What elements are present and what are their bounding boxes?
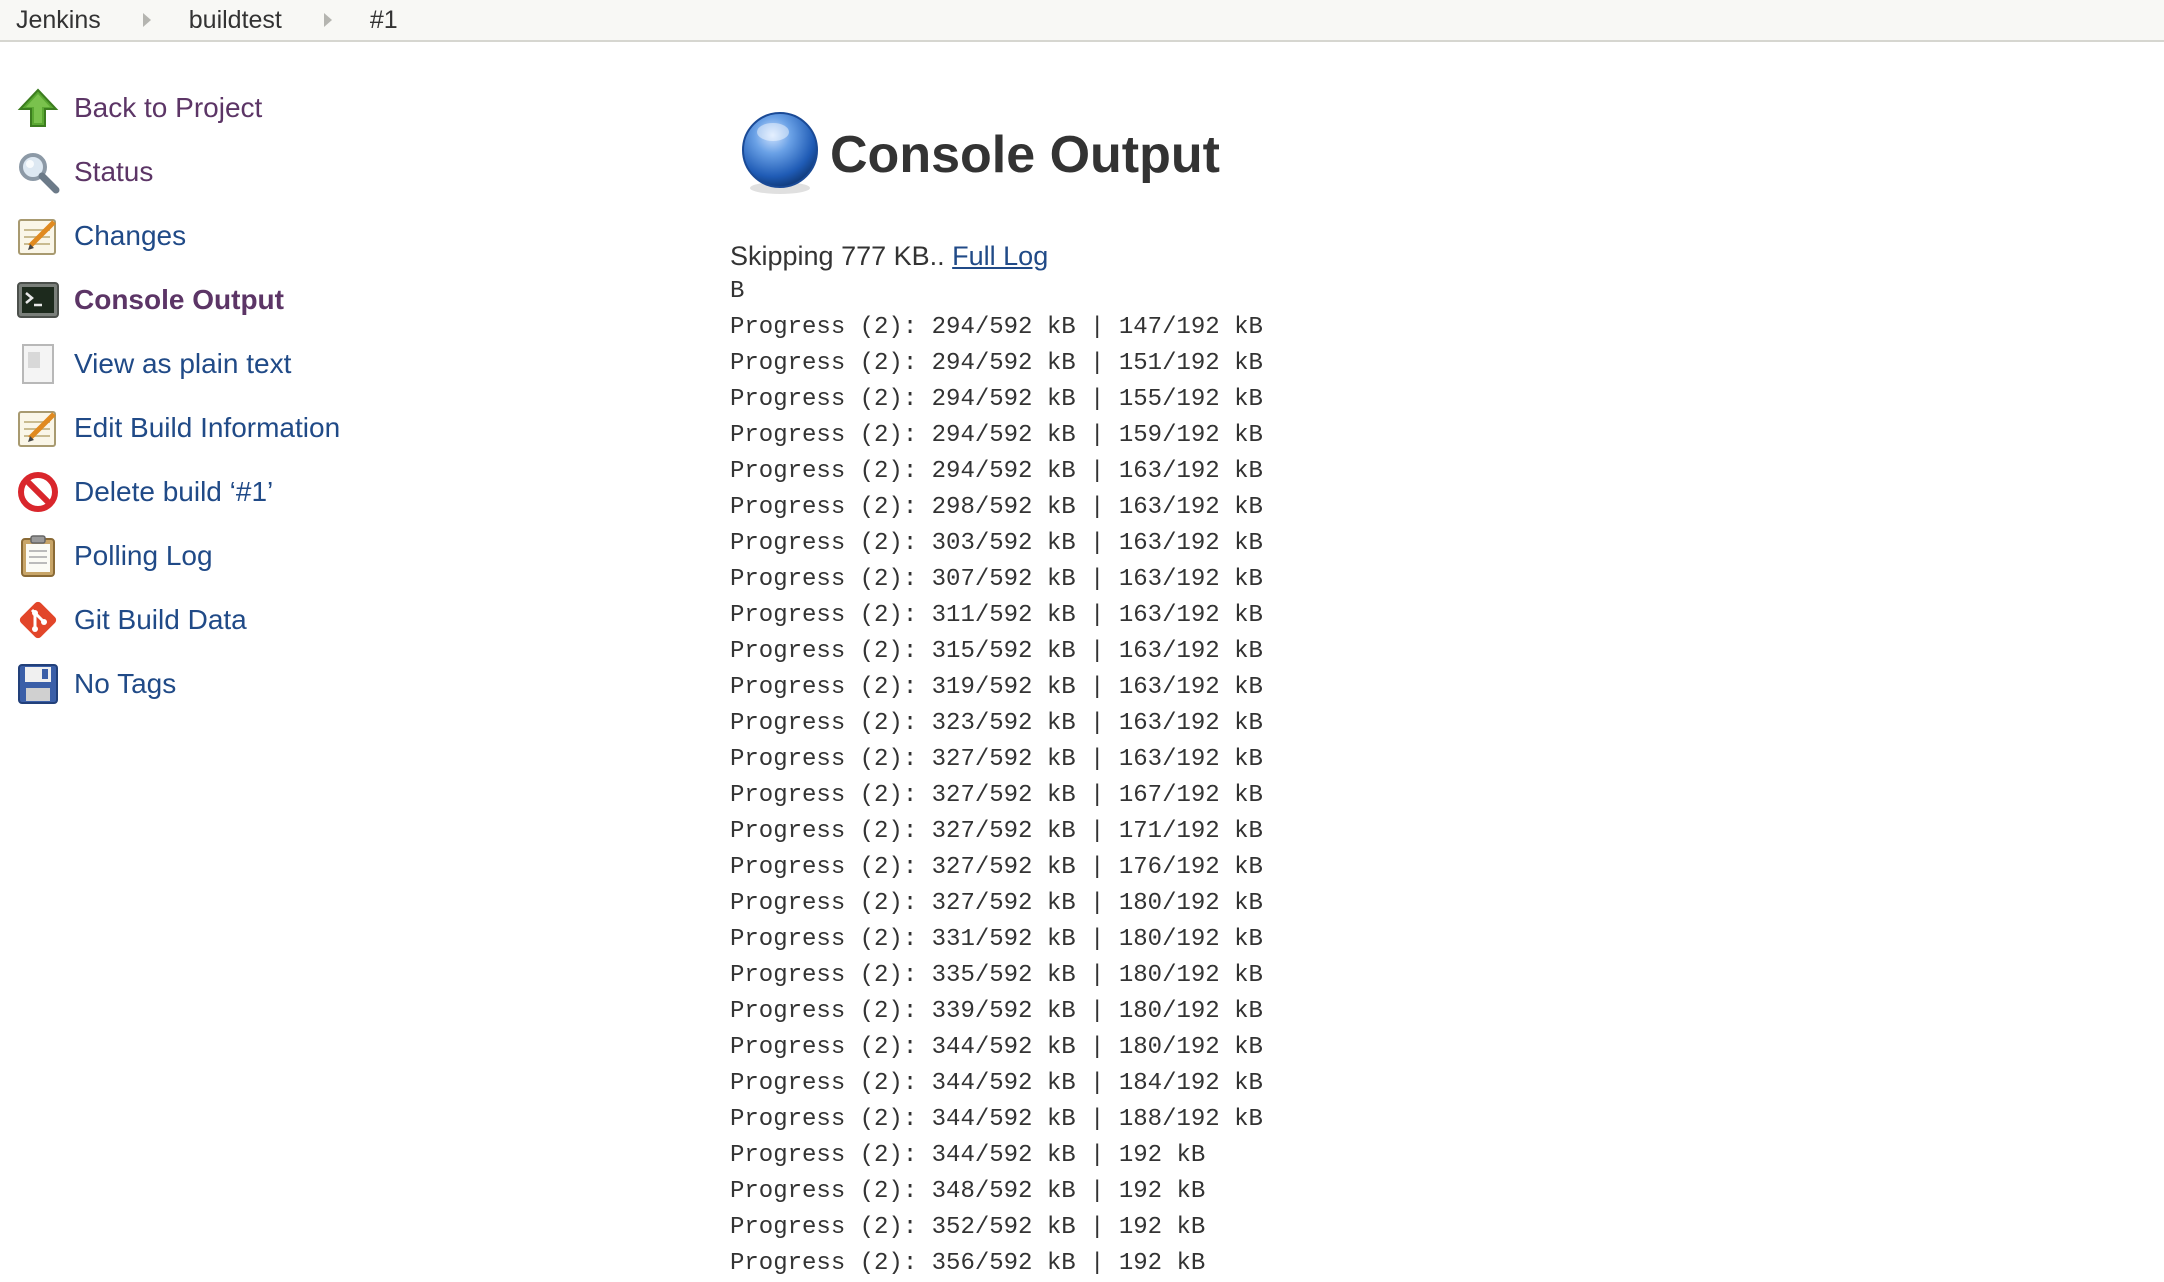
page-title: Console Output (830, 126, 1220, 184)
sidebar-item-changes[interactable]: Changes (14, 204, 634, 268)
console-line: Progress (2): 323/592 kB | 163/192 kB (730, 710, 1263, 737)
console-line: Progress (2): 294/592 kB | 155/192 kB (730, 386, 1263, 413)
sidebar-item-polling-log[interactable]: Polling Log (14, 524, 634, 588)
console-line: Progress (2): 298/592 kB | 163/192 kB (730, 494, 1263, 521)
sidebar: Back to Project Status Changes Console O… (14, 76, 634, 716)
sidebar-item-console-output[interactable]: Console Output (14, 268, 634, 332)
sidebar-item-status[interactable]: Status (14, 140, 634, 204)
no-entry-icon (14, 468, 62, 516)
notepad-icon (14, 404, 62, 452)
terminal-icon (14, 276, 62, 324)
console-line: Progress (2): 352/592 kB | 192 kB (730, 1214, 1206, 1241)
console-line: Progress (2): 344/592 kB | 188/192 kB (730, 1106, 1263, 1133)
sidebar-item-label: Edit Build Information (74, 412, 341, 443)
console-line: Progress (2): 327/592 kB | 180/192 kB (730, 890, 1263, 917)
full-log-link[interactable]: Full Log (952, 241, 1048, 271)
console-line: Progress (2): 344/592 kB | 192 kB (730, 1142, 1206, 1169)
breadcrumb-build-1[interactable]: #1 (370, 6, 398, 35)
floppy-disk-icon (14, 660, 62, 708)
console-line: Progress (2): 335/592 kB | 180/192 kB (730, 962, 1263, 989)
console-line: Progress (2): 303/592 kB | 163/192 kB (730, 530, 1263, 557)
up-arrow-icon (14, 84, 62, 132)
document-icon (14, 340, 62, 388)
console-line: Progress (2): 327/592 kB | 176/192 kB (730, 854, 1263, 881)
console-line: Progress (2): 319/592 kB | 163/192 kB (730, 674, 1263, 701)
breadcrumb-buildtest[interactable]: buildtest (189, 6, 282, 35)
notepad-icon (14, 212, 62, 260)
console-output: B Progress (2): 294/592 kB | 147/192 kB Pr… (730, 274, 2130, 1282)
console-line: Progress (2): 294/592 kB | 159/192 kB (730, 422, 1263, 449)
sidebar-item-back-to-project[interactable]: Back to Project (14, 76, 634, 140)
main-panel: Console Output Skipping 777 KB.. Full Lo… (730, 110, 2130, 1282)
breadcrumb-jenkins[interactable]: Jenkins (16, 6, 101, 35)
console-line: Progress (2): 307/592 kB | 163/192 kB (730, 566, 1263, 593)
sidebar-item-label: Changes (74, 220, 187, 251)
breadcrumb: Jenkins buildtest #1 (0, 0, 2164, 42)
sidebar-item-edit-build-information[interactable]: Edit Build Information (14, 396, 634, 460)
breadcrumb-separator-icon[interactable] (323, 13, 332, 27)
page-header: Console Output (740, 110, 2130, 200)
magnifier-icon (14, 148, 62, 196)
skip-text: Skipping 777 KB.. (730, 241, 953, 271)
sidebar-item-label: Back to Project (74, 92, 263, 123)
breadcrumb-separator-icon[interactable] (142, 13, 151, 27)
blue-ball-icon (740, 110, 820, 201)
console-line: Progress (2): 339/592 kB | 180/192 kB (730, 998, 1263, 1025)
console-line: Progress (2): 311/592 kB | 163/192 kB (730, 602, 1263, 629)
console-line: Progress (2): 294/592 kB | 163/192 kB (730, 458, 1263, 485)
sidebar-item-label: Console Output (74, 284, 284, 315)
sidebar-item-label: No Tags (74, 668, 177, 699)
console-line: Progress (2): 315/592 kB | 163/192 kB (730, 638, 1263, 665)
sidebar-item-git-build-data[interactable]: Git Build Data (14, 588, 634, 652)
console-line: Progress (2): 344/592 kB | 184/192 kB (730, 1070, 1263, 1097)
git-icon (14, 596, 62, 644)
sidebar-item-no-tags[interactable]: No Tags (14, 652, 634, 716)
sidebar-item-label: Status (74, 156, 154, 187)
console-line: Progress (2): 327/592 kB | 167/192 kB (730, 782, 1263, 809)
sidebar-item-label: View as plain text (74, 348, 292, 379)
sidebar-item-label: Git Build Data (74, 604, 247, 635)
sidebar-item-label: Polling Log (74, 540, 213, 571)
console-line: Progress (2): 294/592 kB | 151/192 kB (730, 350, 1263, 377)
sidebar-item-delete-build[interactable]: Delete build ‘#1’ (14, 460, 634, 524)
console-line: Progress (2): 348/592 kB | 192 kB (730, 1178, 1206, 1205)
sidebar-item-view-as-plain-text[interactable]: View as plain text (14, 332, 634, 396)
console-line: Progress (2): 327/592 kB | 163/192 kB (730, 746, 1263, 773)
console-line: Progress (2): 356/592 kB | 192 kB (730, 1250, 1206, 1277)
console-line: Progress (2): 327/592 kB | 171/192 kB (730, 818, 1263, 845)
console-line: Progress (2): 294/592 kB | 147/192 kB (730, 314, 1263, 341)
clipboard-icon (14, 532, 62, 580)
console-line: B (730, 278, 745, 305)
console-line: Progress (2): 331/592 kB | 180/192 kB (730, 926, 1263, 953)
skip-notice: Skipping 777 KB.. Full Log (730, 238, 2130, 274)
console-line: Progress (2): 344/592 kB | 180/192 kB (730, 1034, 1263, 1061)
sidebar-item-label: Delete build ‘#1’ (74, 476, 274, 507)
